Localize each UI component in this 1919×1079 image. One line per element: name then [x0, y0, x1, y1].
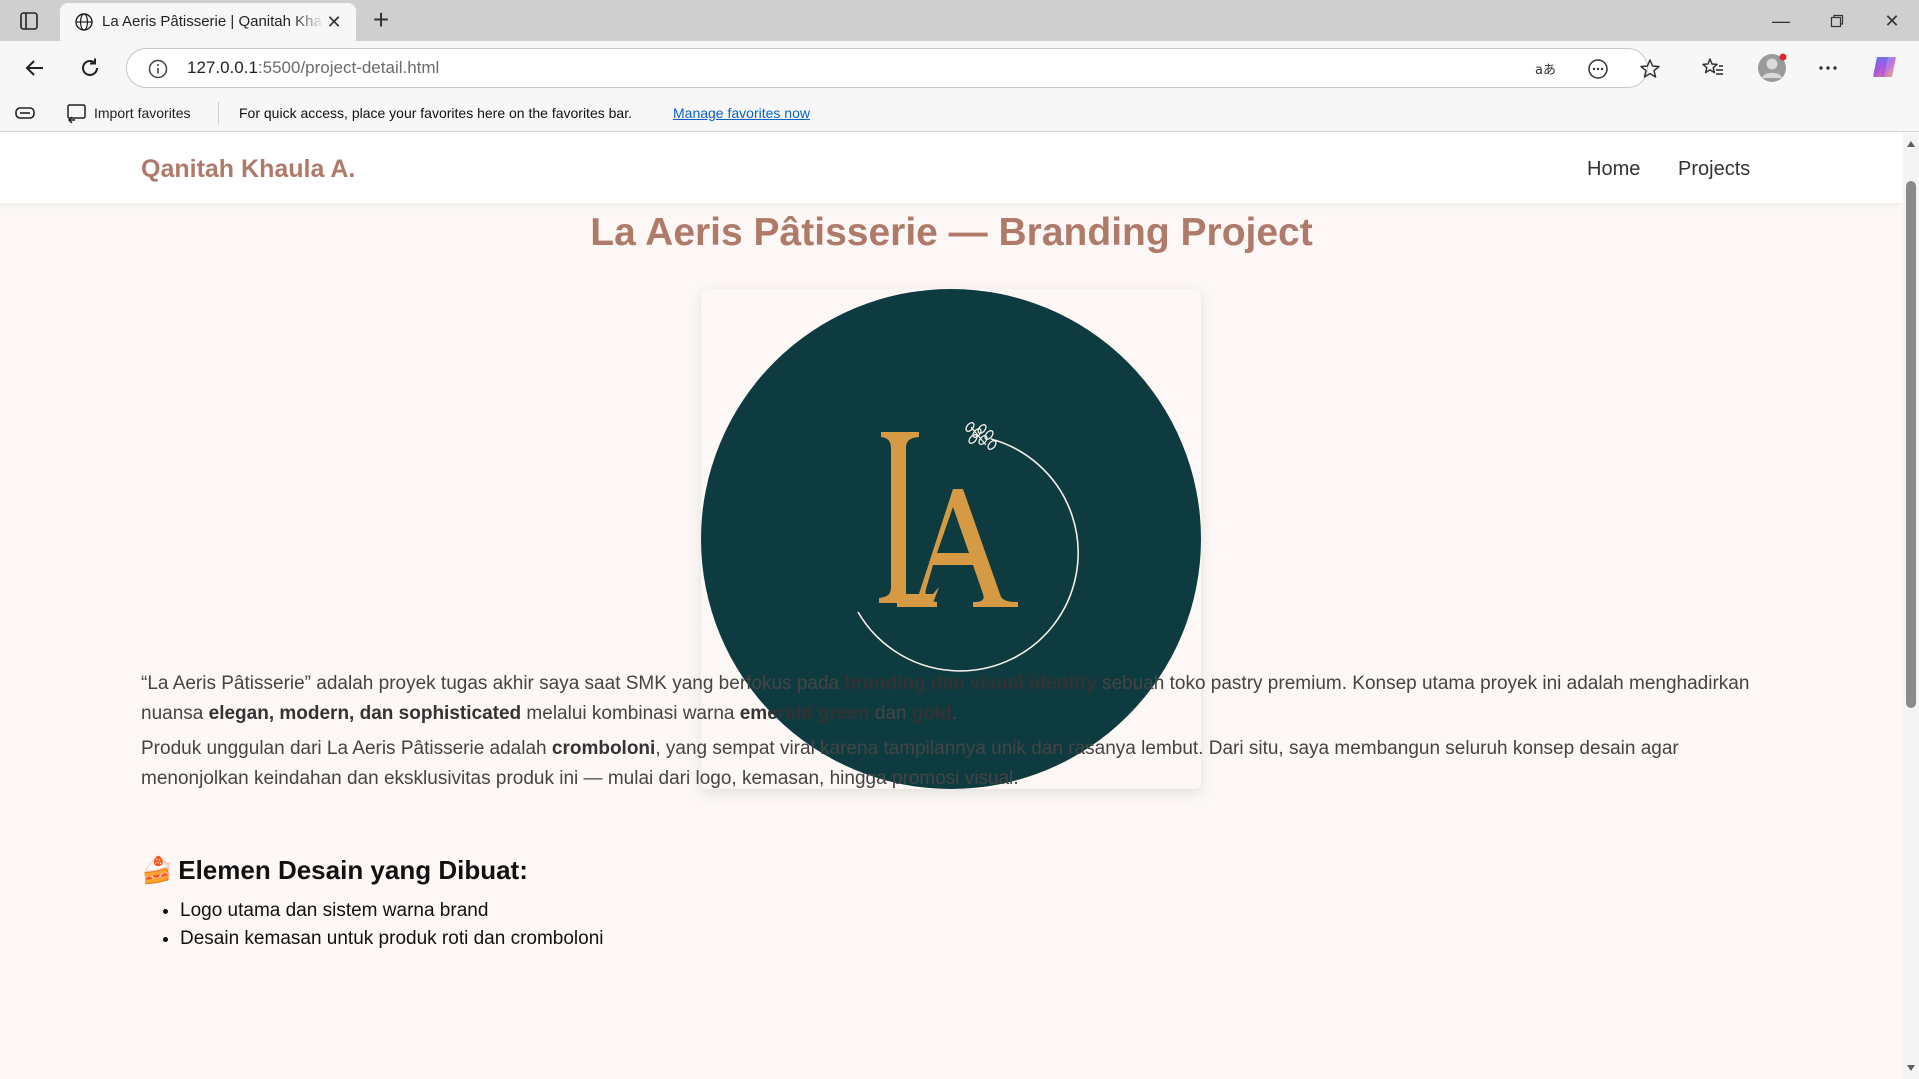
favorites-hint: For quick access, place your favorites h… [239, 105, 632, 121]
nav-home-link[interactable]: Home [1587, 158, 1640, 181]
reader-icon[interactable] [1585, 56, 1611, 82]
site-brand[interactable]: Qanitah Khaula A. [141, 155, 355, 184]
list-item: Logo utama dan sistem warna brand [180, 897, 604, 925]
profile-icon[interactable] [1755, 51, 1789, 85]
url-path: :5500/project-detail.html [257, 58, 440, 77]
cake-icon: 🍰 [141, 855, 174, 885]
design-elements-heading: 🍰 Elemen Desain yang Dibuat: [141, 855, 528, 886]
browser-toolbar: 127.0.0.1:5500/project-detail.html aあ [0, 41, 1919, 94]
globe-icon [74, 12, 94, 32]
url-text: 127.0.0.1:5500/project-detail.html [187, 58, 439, 78]
text-emphasis: branding dan visual identity [844, 673, 1097, 694]
text-emphasis: elegan, modern, dan sophisticated [208, 703, 522, 724]
import-icon[interactable] [66, 103, 88, 126]
text-emphasis: emerald green [739, 703, 870, 724]
list-item: Desain kemasan untuk produk roti dan cro… [180, 925, 604, 953]
scrollbar-thumb[interactable] [1906, 181, 1916, 708]
favorites-icon[interactable] [1698, 53, 1728, 83]
browser-tab[interactable]: La Aeris Pâtisserie | Qanitah Khaula A. … [60, 3, 356, 41]
scroll-down-icon[interactable] [1906, 1063, 1916, 1073]
favorites-divider [218, 102, 219, 124]
window-close-icon[interactable]: ✕ [1877, 8, 1907, 34]
star-icon[interactable] [1637, 56, 1663, 82]
design-elements-list: Logo utama dan sistem warna brand Desain… [180, 897, 604, 953]
text-segment: Produk unggulan dari La Aeris Pâtisserie… [141, 738, 552, 759]
page-title: La Aeris Pâtisserie — Branding Project [590, 211, 1313, 254]
url-host: 127.0.0.1 [187, 58, 258, 77]
scroll-up-icon[interactable] [1906, 139, 1916, 149]
text-emphasis: gold [911, 703, 953, 724]
project-description-2: Produk unggulan dari La Aeris Pâtisserie… [141, 734, 1771, 794]
address-bar[interactable]: 127.0.0.1:5500/project-detail.html aあ [126, 48, 1660, 88]
page-scrollbar[interactable] [1903, 133, 1919, 1079]
site-header: Qanitah Khaula A. Home Projects [0, 133, 1903, 203]
back-icon[interactable] [20, 53, 50, 83]
tab-actions-icon[interactable] [18, 10, 40, 32]
nav-projects-link[interactable]: Projects [1678, 158, 1750, 181]
text-segment: . [952, 703, 958, 724]
manage-favorites-link[interactable]: Manage favorites now [673, 105, 810, 121]
more-icon[interactable] [1813, 53, 1843, 83]
copilot-icon[interactable] [1870, 52, 1900, 82]
section-title: Elemen Desain yang Dibuat: [178, 855, 528, 885]
import-favorites-button[interactable]: Import favorites [94, 105, 190, 121]
svg-text:aあ: aあ [1535, 63, 1556, 78]
info-icon[interactable] [147, 58, 169, 80]
tab-title: La Aeris Pâtisserie | Qanitah Khaula A. [102, 13, 324, 30]
text-segment: dan [869, 703, 912, 724]
favorites-bar: Import favorites For quick access, place… [0, 94, 1919, 132]
page-viewport: Qanitah Khaula A. Home Projects La Aeris… [0, 133, 1903, 1079]
text-segment: “La Aeris Pâtisserie” adalah proyek tuga… [141, 673, 845, 694]
maximize-icon[interactable] [1822, 8, 1852, 34]
text-segment: melalui kombinasi warna [521, 703, 740, 724]
browser-tab-bar: La Aeris Pâtisserie | Qanitah Khaula A. … [0, 0, 1919, 41]
close-icon[interactable]: ✕ [324, 12, 344, 32]
translate-icon[interactable]: aあ [1533, 56, 1559, 82]
refresh-icon[interactable] [75, 53, 105, 83]
favorites-bar-icon[interactable] [14, 103, 36, 126]
text-emphasis: cromboloni [551, 738, 656, 759]
project-description-1: “La Aeris Pâtisserie” adalah proyek tuga… [141, 669, 1771, 729]
minimize-icon[interactable]: — [1766, 8, 1796, 34]
new-tab-icon[interactable]: + [368, 6, 394, 34]
